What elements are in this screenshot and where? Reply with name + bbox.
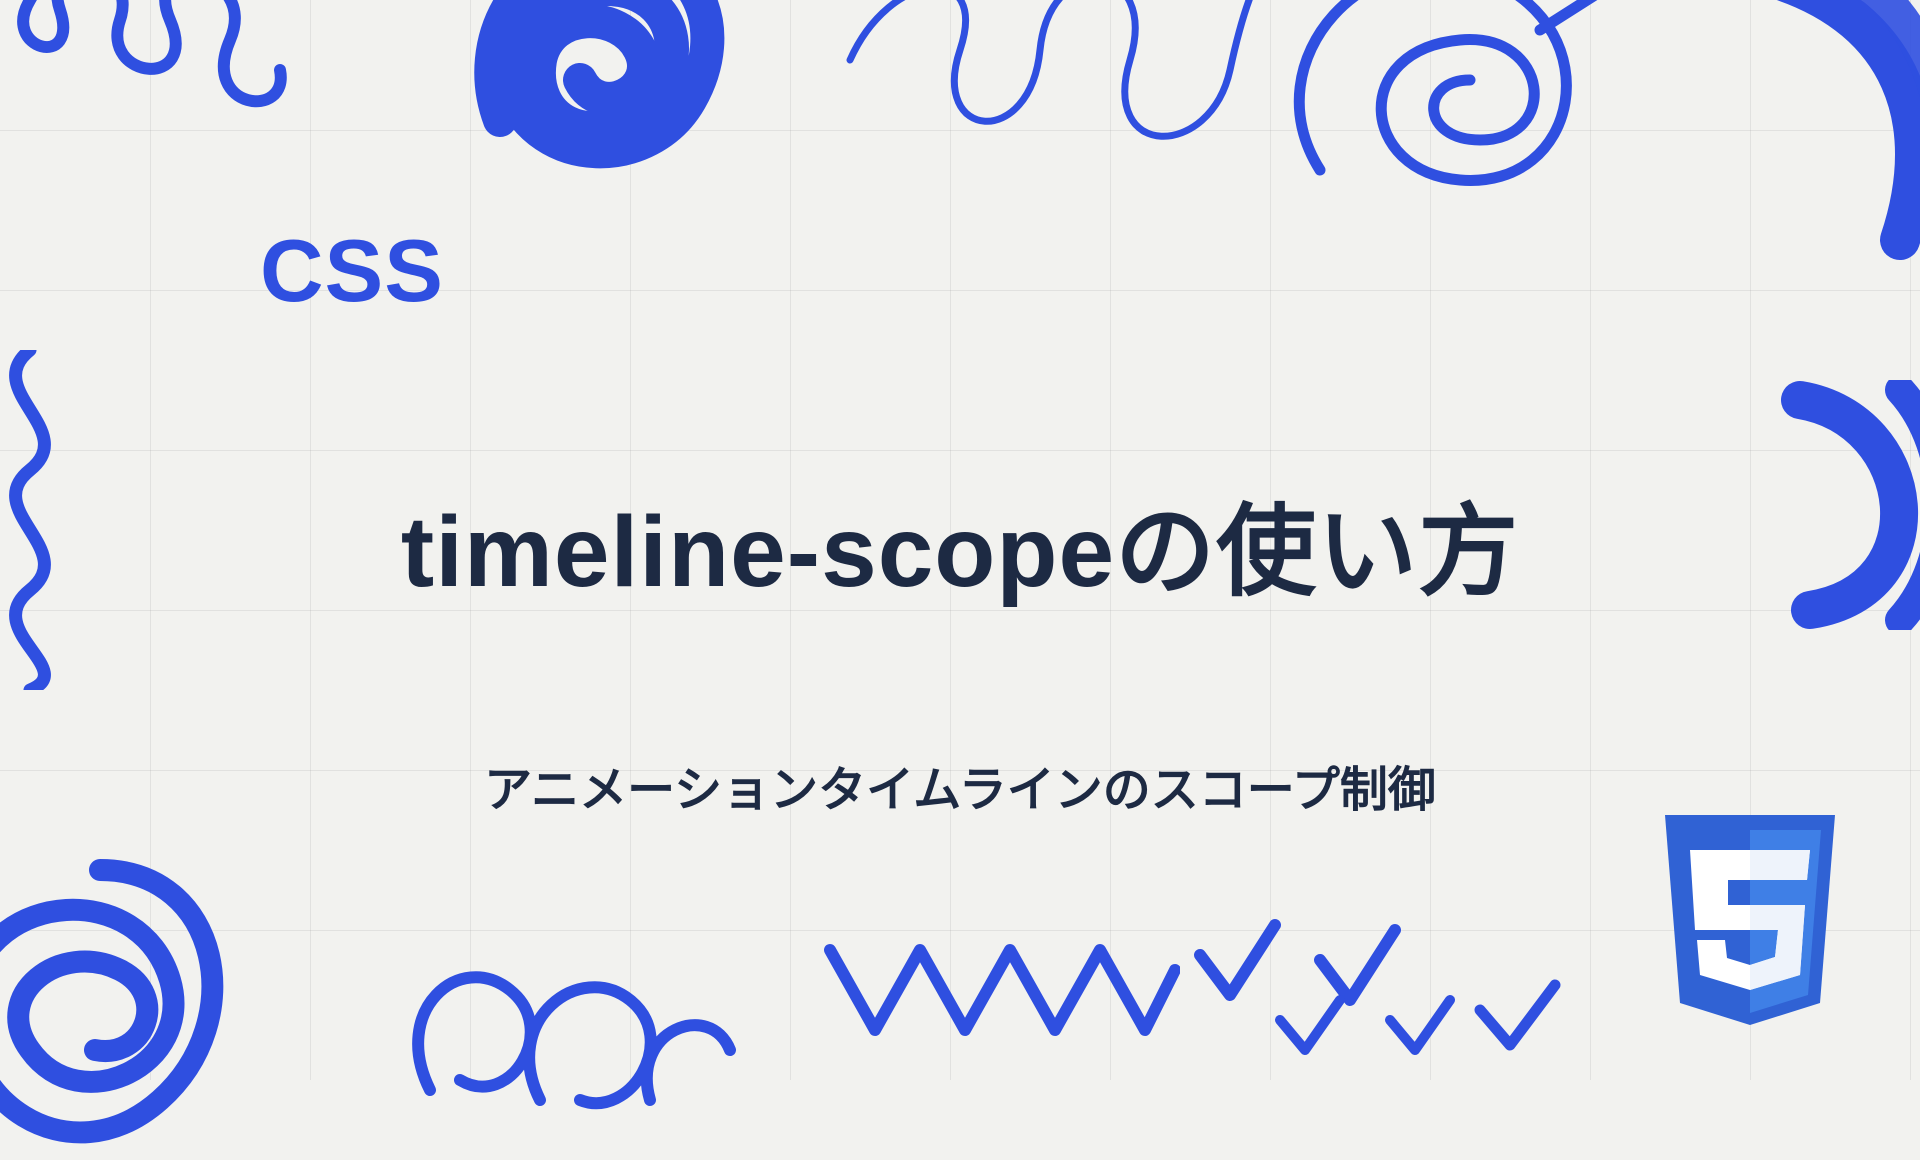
css3-logo-icon [1650,815,1850,1040]
page-subtitle: アニメーションタイムラインのスコープ制御 [484,750,1436,820]
category-label: CSS [260,220,444,322]
page-title: timeline-scopeの使い方 [401,470,1519,615]
content-area: CSS timeline-scopeの使い方 アニメーションタイムラインのスコー… [0,0,1920,1080]
